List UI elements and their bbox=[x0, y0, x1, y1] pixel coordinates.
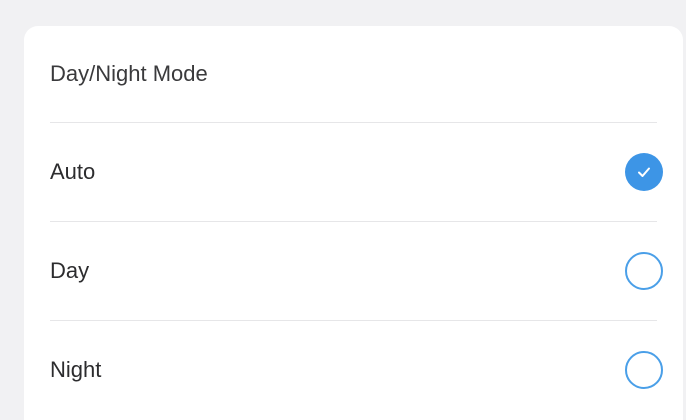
empty-circle-icon[interactable] bbox=[625, 351, 663, 389]
option-day[interactable]: Day bbox=[24, 222, 683, 320]
option-night[interactable]: Night bbox=[24, 321, 683, 419]
option-auto[interactable]: Auto bbox=[24, 123, 683, 221]
option-label-night: Night bbox=[50, 357, 102, 382]
checkmark-icon bbox=[638, 167, 650, 177]
option-label-day: Day bbox=[50, 258, 90, 283]
settings-card: Day/Night Mode Auto Day Night bbox=[24, 26, 683, 420]
section-title: Day/Night Mode bbox=[50, 61, 208, 86]
checkmark-circle-icon[interactable] bbox=[625, 153, 663, 191]
empty-circle-icon[interactable] bbox=[625, 252, 663, 290]
option-label-auto: Auto bbox=[50, 159, 96, 184]
